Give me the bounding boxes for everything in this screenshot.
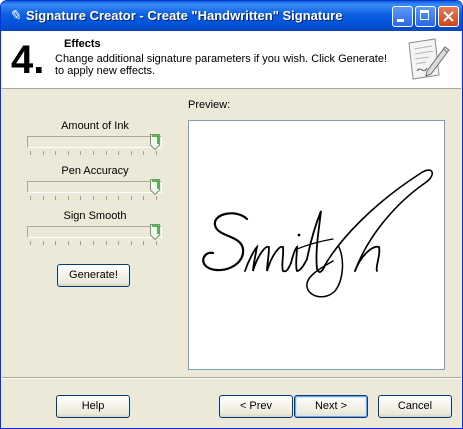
slider-tick bbox=[105, 151, 107, 155]
slider-tick bbox=[93, 196, 94, 200]
minimize-button[interactable] bbox=[392, 6, 413, 27]
slider-tick bbox=[42, 241, 44, 245]
slider-thumb[interactable] bbox=[150, 179, 160, 195]
slider-tick bbox=[156, 196, 157, 200]
slider-tick bbox=[67, 241, 69, 245]
slider-tick bbox=[130, 241, 132, 245]
generate-button[interactable]: Generate! bbox=[57, 264, 130, 287]
slider-tick bbox=[67, 196, 69, 200]
slider-tick bbox=[80, 151, 82, 155]
slider-ticks bbox=[30, 151, 160, 156]
signature-preview bbox=[188, 120, 445, 370]
slider-ticks bbox=[30, 241, 160, 246]
slider-tick bbox=[130, 151, 132, 155]
cancel-button[interactable]: Cancel bbox=[378, 395, 452, 418]
slider-tick bbox=[42, 196, 44, 200]
step-number: 4. bbox=[11, 38, 45, 82]
slider-tick bbox=[80, 196, 82, 200]
param-label-smooth: Sign Smooth bbox=[63, 210, 127, 222]
slider-tick bbox=[55, 196, 57, 200]
signed-document-icon bbox=[408, 38, 450, 80]
smooth-slider[interactable] bbox=[27, 224, 162, 248]
maximize-button[interactable] bbox=[415, 6, 436, 27]
pen-nib-icon: ✎ bbox=[9, 8, 21, 24]
slider-track bbox=[27, 181, 162, 193]
slider-track bbox=[27, 226, 162, 238]
handwritten-signature bbox=[202, 169, 433, 298]
slider-tick bbox=[118, 241, 120, 245]
footer-divider bbox=[2, 377, 461, 379]
close-icon bbox=[443, 11, 454, 22]
slider-tick bbox=[30, 196, 31, 200]
accuracy-slider[interactable] bbox=[27, 179, 162, 203]
step-title: Effects bbox=[64, 38, 101, 50]
slider-ticks bbox=[30, 196, 160, 201]
slider-tick bbox=[30, 241, 31, 245]
slider-tick bbox=[67, 151, 69, 155]
prev-button[interactable]: < Prev bbox=[219, 395, 293, 418]
param-label-ink: Amount of Ink bbox=[61, 120, 129, 132]
param-label-accuracy: Pen Accuracy bbox=[61, 165, 129, 177]
slider-tick bbox=[42, 151, 44, 155]
slider-tick bbox=[118, 196, 120, 200]
slider-tick bbox=[156, 241, 157, 245]
slider-tick bbox=[130, 196, 132, 200]
slider-tick bbox=[55, 241, 57, 245]
slider-tick bbox=[143, 151, 145, 155]
slider-tick bbox=[105, 241, 107, 245]
slider-tick bbox=[143, 241, 145, 245]
window-title: Signature Creator - Create "Handwritten"… bbox=[26, 8, 343, 23]
slider-tick bbox=[118, 151, 120, 155]
slider-thumb[interactable] bbox=[150, 134, 160, 150]
wizard-header: 4. Effects Change additional signature p… bbox=[2, 31, 461, 89]
next-button[interactable]: Next > bbox=[294, 395, 368, 418]
help-button[interactable]: Help bbox=[56, 395, 130, 418]
slider-tick bbox=[80, 241, 82, 245]
slider-tick bbox=[143, 196, 145, 200]
slider-tick bbox=[55, 151, 57, 155]
step-description: Change additional signature parameters i… bbox=[55, 53, 388, 77]
slider-track bbox=[27, 136, 162, 148]
slider-thumb[interactable] bbox=[150, 224, 160, 240]
slider-tick bbox=[105, 196, 107, 200]
close-button[interactable] bbox=[438, 6, 459, 27]
title-bar[interactable]: ✎ Signature Creator - Create "Handwritte… bbox=[1, 1, 462, 31]
preview-label: Preview: bbox=[188, 99, 231, 111]
slider-tick bbox=[30, 151, 31, 155]
slider-tick bbox=[93, 151, 94, 155]
slider-tick bbox=[156, 151, 157, 155]
signature-creator-window: ✎ Signature Creator - Create "Handwritte… bbox=[0, 0, 463, 429]
ink-slider[interactable] bbox=[27, 134, 162, 158]
slider-tick bbox=[93, 241, 94, 245]
